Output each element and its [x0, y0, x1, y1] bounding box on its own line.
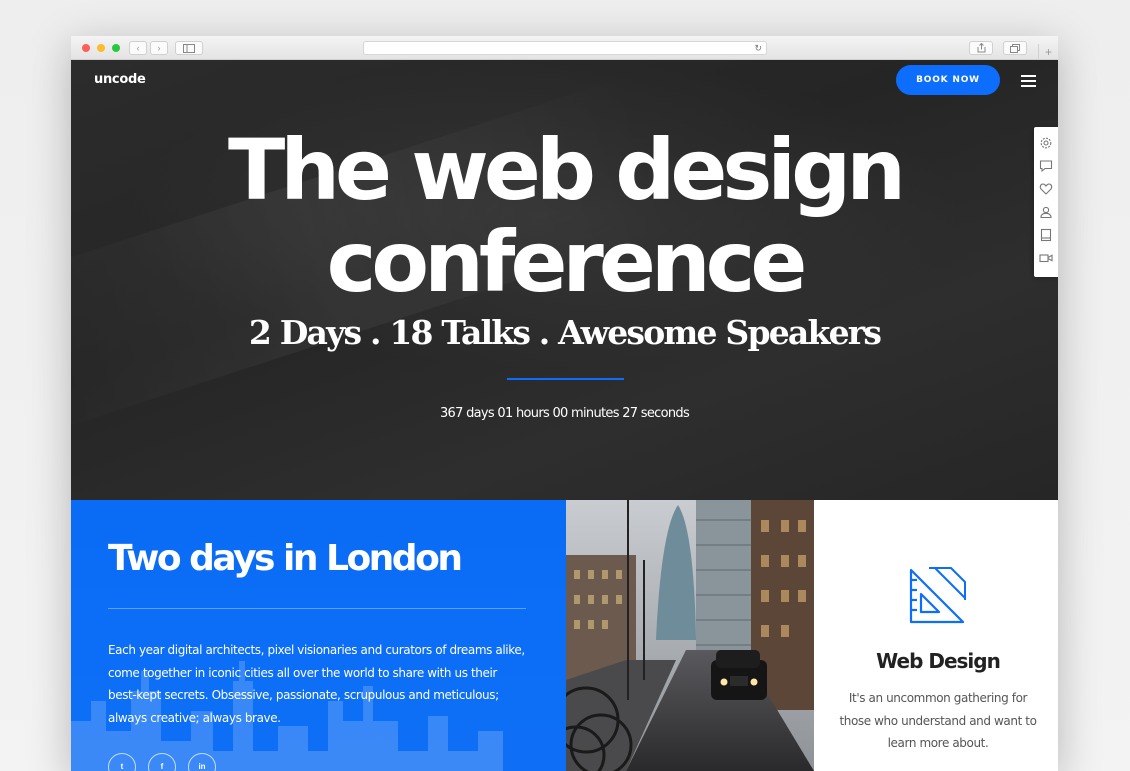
hero-title-line1: The web design [227, 121, 906, 219]
video-icon[interactable] [1039, 251, 1053, 265]
countdown-timer: 367 days 01 hours 00 minutes 27 seconds [439, 406, 690, 421]
sidebar-icon [183, 44, 195, 53]
hamburger-icon[interactable] [1021, 75, 1036, 87]
side-toolbar [1034, 127, 1058, 277]
book-icon[interactable] [1039, 228, 1053, 242]
gear-icon[interactable] [1039, 136, 1053, 150]
hero-title-line2: conference [326, 213, 808, 311]
street-image [566, 500, 814, 771]
share-button[interactable] [969, 41, 993, 55]
hero-divider [507, 378, 624, 380]
chat-icon[interactable] [1039, 159, 1053, 173]
london-street-photo [566, 500, 814, 771]
reload-icon[interactable]: ↻ [754, 42, 762, 55]
minimize-window-button[interactable] [97, 44, 105, 52]
card-title: Web Design [876, 649, 1001, 673]
browser-toolbar: ‹ › ↻ + [71, 36, 1058, 60]
forward-button[interactable]: › [150, 41, 168, 55]
hero-section: uncode BOOK NOW The web design conferenc… [71, 60, 1058, 500]
london-section: Two days in London Each year digital arc… [71, 500, 566, 771]
new-tab-button[interactable]: + [1038, 44, 1058, 60]
section-title: Two days in London [108, 538, 463, 579]
ruler-triangle-icon [909, 567, 966, 624]
heart-icon[interactable] [1039, 182, 1053, 196]
hero-title: The web design conference [71, 124, 1058, 308]
address-bar[interactable]: ↻ [363, 41, 767, 55]
browser-window: ‹ › ↻ + uncode BOOK NOW The web design c… [71, 36, 1058, 771]
tabs-icon [1010, 44, 1020, 53]
web-design-card: Web Design It's an uncommon gathering fo… [814, 500, 1058, 771]
hero-subtitle: 2 Days . 18 Talks . Awesome Speakers [248, 313, 882, 352]
section-description: Each year digital architects, pixel visi… [108, 643, 525, 725]
user-icon[interactable] [1039, 205, 1053, 219]
sidebar-toggle-button[interactable] [175, 41, 203, 55]
book-now-button[interactable]: BOOK NOW [896, 65, 1000, 95]
section-divider [108, 608, 526, 609]
site-logo[interactable]: uncode [94, 72, 146, 87]
tabs-overview-button[interactable] [1003, 41, 1027, 55]
card-description: It's an uncommon gathering for those who… [839, 691, 1037, 750]
maximize-window-button[interactable] [112, 44, 120, 52]
close-window-button[interactable] [82, 44, 90, 52]
share-icon [977, 42, 985, 53]
back-button[interactable]: ‹ [129, 41, 147, 55]
